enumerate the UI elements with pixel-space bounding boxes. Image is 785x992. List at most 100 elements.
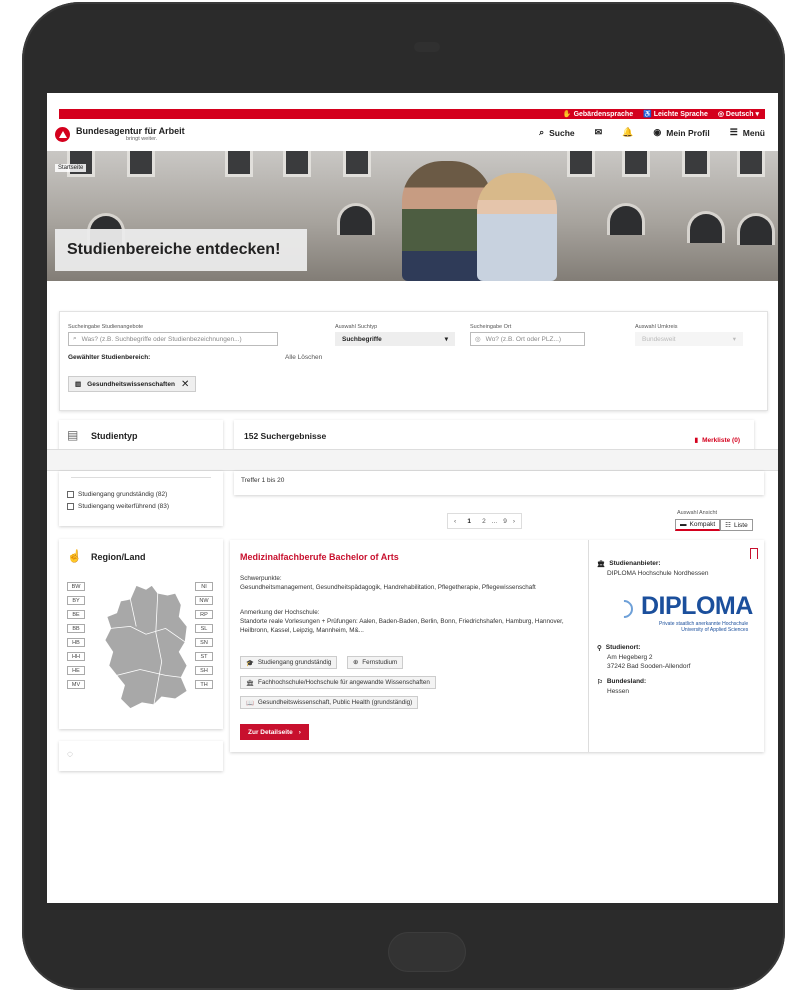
bell-icon[interactable]: 🔔 bbox=[622, 127, 633, 138]
provider-name: DIPLOMA Hochschule Nordhessen bbox=[607, 570, 709, 577]
search-type-select[interactable]: Suchbegriffe ▾ bbox=[335, 332, 455, 346]
state-tag-th[interactable]: TH bbox=[195, 680, 213, 689]
language-label: Deutsch bbox=[725, 111, 754, 118]
search-button[interactable]: ⌕ Suche bbox=[539, 127, 575, 138]
search-type-value: Suchbegriffe bbox=[342, 335, 382, 343]
checkbox[interactable] bbox=[67, 491, 74, 498]
checkbox[interactable] bbox=[67, 503, 74, 510]
state-tag-nw[interactable]: NW bbox=[195, 596, 213, 605]
query-placeholder: Was? (z.B. Suchbegriffe oder Studienbeze… bbox=[81, 335, 242, 343]
detail-button-label: Zur Detailseite bbox=[248, 728, 293, 736]
building-arch bbox=[737, 213, 775, 245]
chosen-area-label: Gewählter Studienbereich: bbox=[68, 354, 151, 361]
menu-label: Menü bbox=[742, 127, 765, 138]
state-tag-he[interactable]: HE bbox=[67, 666, 85, 675]
view-compact-label: Kompakt bbox=[689, 521, 716, 528]
place-input[interactable]: ◎ Wo? (z.B. Ort oder PLZ...) bbox=[470, 332, 585, 346]
result-card: Medizinalfachberufe Bachelor of Arts Sch… bbox=[230, 540, 764, 752]
state-tag-sh[interactable]: SH bbox=[195, 666, 213, 675]
option-label: Studiengang weiterführend (83) bbox=[78, 503, 170, 510]
state-tags-right: NI NW RP SL SN ST SH TH bbox=[195, 582, 213, 689]
state-tag-sn[interactable]: SN bbox=[195, 638, 213, 647]
radius-label: Auswahl Umkreis bbox=[635, 324, 678, 330]
home-button[interactable] bbox=[388, 932, 466, 972]
studientyp-option-weiterfuehrend[interactable]: Studiengang weiterführend (83) bbox=[67, 503, 169, 510]
profile-label: Mein Profil bbox=[666, 127, 710, 138]
query-label: Sucheingabe Studienangebote bbox=[68, 324, 144, 330]
close-icon[interactable]: ✕ bbox=[181, 379, 189, 390]
main-nav: ⌕ Suche ✉ 🔔 ◉ Mein Profil ☰ Menü bbox=[539, 127, 765, 138]
mail-icon[interactable]: ✉ bbox=[595, 127, 603, 138]
bookmark-icon[interactable] bbox=[750, 548, 758, 559]
radius-select[interactable]: Bundesweit ▾ bbox=[635, 332, 743, 346]
easy-language-link[interactable]: ♿ Leichte Sprache bbox=[643, 110, 708, 118]
state-tag-bw[interactable]: BW bbox=[67, 582, 85, 591]
results-header: 152 Suchergebnisse ▮ Merkliste (0) bbox=[234, 420, 754, 452]
chevron-right-icon[interactable]: › bbox=[513, 518, 515, 525]
view-toggle: ▬ Kompakt ☷ Liste bbox=[675, 519, 753, 531]
state-tag-st[interactable]: ST bbox=[195, 652, 213, 661]
detail-page-button[interactable]: Zur Detailseite › bbox=[240, 724, 309, 740]
home-logo-link[interactable]: Bundesagentur für Arbeit bringt weiter. bbox=[55, 126, 185, 142]
location-pin-icon: ◎ bbox=[475, 336, 481, 343]
view-label: Auswahl Ansicht bbox=[677, 510, 718, 516]
germany-map[interactable] bbox=[97, 582, 195, 712]
building-window bbox=[283, 151, 311, 177]
building-icon: ▥ bbox=[75, 381, 82, 388]
menu-button[interactable]: ☰ Menü bbox=[730, 127, 765, 138]
studientyp-card-header[interactable]: ▤ Studientyp bbox=[59, 420, 223, 452]
page-2[interactable]: 2 bbox=[482, 518, 486, 525]
state-tag-ni[interactable]: NI bbox=[195, 582, 213, 591]
studientyp-option-grundstaendig[interactable]: Studiengang grundständig (82) bbox=[67, 491, 169, 498]
studientyp-options-card: Studiengang grundständig (82) Studiengan… bbox=[59, 471, 223, 526]
sign-language-link[interactable]: ✋ Gebärdensprache bbox=[563, 110, 633, 118]
place-placeholder: Wo? (z.B. Ort oder PLZ...) bbox=[485, 335, 562, 343]
hero-person-woman bbox=[477, 173, 557, 281]
view-compact-button[interactable]: ▬ Kompakt bbox=[675, 519, 721, 531]
state-tag-hh[interactable]: HH bbox=[67, 652, 85, 661]
studientyp-title: Studientyp bbox=[91, 431, 138, 441]
building-icon: 🏛 bbox=[246, 679, 254, 687]
breadcrumb-home-link[interactable]: Startseite bbox=[55, 164, 87, 172]
state-tag-by[interactable]: BY bbox=[67, 596, 85, 605]
state-tag-mv[interactable]: MV bbox=[67, 680, 85, 689]
studientyp-options: Studiengang grundständig (82) Studiengan… bbox=[67, 491, 169, 515]
building-window bbox=[225, 151, 253, 177]
state-tag-sl[interactable]: SL bbox=[195, 624, 213, 633]
result-title-link[interactable]: Medizinalfachberufe Bachelor of Arts bbox=[240, 552, 399, 562]
location-city: 37242 Bad Sooden-Allendorf bbox=[607, 663, 691, 670]
clear-all-link[interactable]: Alle Löschen bbox=[285, 354, 322, 361]
query-input[interactable]: ⌕ Was? (z.B. Suchbegriffe oder Studienbe… bbox=[68, 332, 278, 346]
building-window bbox=[682, 151, 710, 177]
tag-study-mode-label: Fernstudium bbox=[362, 659, 398, 666]
next-filter-card[interactable]: ◌ bbox=[59, 741, 223, 771]
globe-icon: ⊕ bbox=[353, 659, 359, 666]
brand-claim: bringt weiter. bbox=[126, 136, 158, 142]
page-ellipsis: ... bbox=[491, 517, 498, 525]
focus-label: Schwerpunkte: bbox=[240, 575, 282, 582]
profile-button[interactable]: ◉ Mein Profil bbox=[653, 127, 709, 138]
state-tag-hb[interactable]: HB bbox=[67, 638, 85, 647]
location-label: Studienort: bbox=[605, 644, 641, 651]
brand-name: Bundesagentur für Arbeit bbox=[76, 126, 185, 136]
hero-title-box: Studienbereiche entdecken! bbox=[55, 229, 307, 271]
state-tag-rp[interactable]: RP bbox=[195, 610, 213, 619]
watchlist-link[interactable]: ▮ Merkliste (0) bbox=[694, 436, 740, 445]
camera-icon bbox=[414, 42, 440, 52]
page-1[interactable]: 1 bbox=[462, 514, 477, 528]
radius-value: Bundesweit bbox=[642, 335, 676, 343]
hits-range: Treffer 1 bis 20 bbox=[241, 477, 285, 484]
state-tag-be[interactable]: BE bbox=[67, 610, 85, 619]
view-list-button[interactable]: ☷ Liste bbox=[720, 519, 753, 531]
chevron-left-icon[interactable]: ‹ bbox=[454, 518, 456, 525]
state-tag-bb[interactable]: BB bbox=[67, 624, 85, 633]
page-9[interactable]: 9 bbox=[503, 518, 507, 525]
sign-language-label: Gebärdensprache bbox=[573, 111, 634, 118]
diploma-logo: DIPLOMA Private staatlich anerkannte Hoc… bbox=[611, 592, 761, 640]
selected-area-chip[interactable]: ▥ Gesundheitswissenschaften ✕ bbox=[68, 376, 197, 392]
language-dropdown[interactable]: ◎ Deutsch ▾ bbox=[718, 110, 759, 118]
diploma-arc-icon bbox=[611, 596, 637, 622]
tag-study-area: 📖 Gesundheitswissenschaft, Public Health… bbox=[240, 696, 419, 709]
certificate-icon: ▤ bbox=[67, 428, 79, 442]
type-label: Auswahl Suchtyp bbox=[335, 324, 378, 330]
